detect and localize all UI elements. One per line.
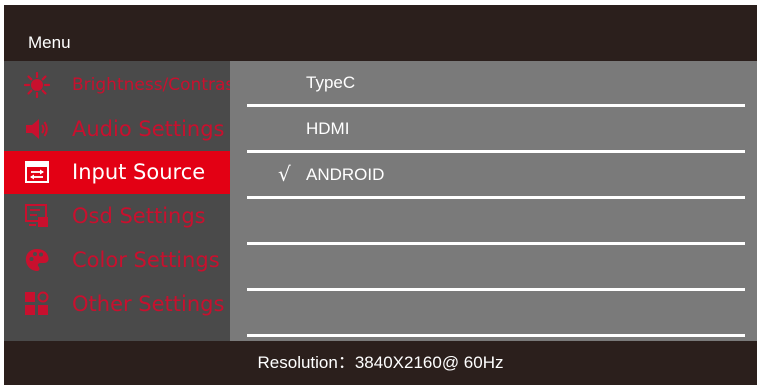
speaker-icon bbox=[26, 119, 48, 139]
sidebar-item-osd-settings[interactable]: Osd Settings bbox=[4, 195, 230, 238]
sidebar-item-label: Brightness/Contrast bbox=[72, 75, 241, 95]
sidebar-item-label: Other Settings bbox=[72, 292, 225, 316]
sun-icon bbox=[24, 72, 50, 98]
input-source-options: TypeC HDMI √ ANDROID bbox=[230, 61, 757, 341]
menu-title: Menu bbox=[28, 33, 71, 52]
sidebar-item-label: Audio Settings bbox=[72, 117, 225, 141]
option-empty bbox=[230, 245, 757, 291]
option-android[interactable]: √ ANDROID bbox=[230, 153, 757, 199]
sidebar-item-color-settings[interactable]: Color Settings bbox=[4, 239, 230, 282]
sidebar-item-input-source[interactable]: Input Source bbox=[4, 151, 230, 194]
option-empty bbox=[230, 291, 757, 337]
option-label: ANDROID bbox=[306, 165, 385, 184]
option-typec[interactable]: TypeC bbox=[230, 61, 757, 107]
sidebar-item-audio-settings[interactable]: Audio Settings bbox=[4, 108, 230, 151]
status-bar: Resolution：3840X2160@ 60Hz bbox=[4, 341, 757, 385]
sidebar-item-brightness-contrast[interactable]: Brightness/Contrast bbox=[4, 64, 241, 107]
option-empty bbox=[230, 199, 757, 245]
osd-icon bbox=[25, 204, 48, 227]
checkmark-icon: √ bbox=[278, 162, 291, 186]
resolution-status: Resolution：3840X2160@ 60Hz bbox=[257, 353, 504, 372]
osd-menu: Menu Brightness/Contrast Audio Settings bbox=[4, 5, 757, 385]
option-divider bbox=[247, 334, 745, 337]
sidebar-item-label: Color Settings bbox=[72, 248, 220, 272]
option-label: TypeC bbox=[306, 73, 356, 92]
option-hdmi[interactable]: HDMI bbox=[230, 107, 757, 153]
title-bar: Menu bbox=[4, 5, 757, 61]
sidebar: Brightness/Contrast Audio Settings Input… bbox=[4, 61, 241, 341]
input-source-icon bbox=[25, 161, 49, 183]
sidebar-item-other-settings[interactable]: Other Settings bbox=[4, 283, 230, 326]
sidebar-item-label: Osd Settings bbox=[72, 204, 206, 228]
settings-grid-icon bbox=[25, 291, 49, 315]
option-label: HDMI bbox=[306, 119, 350, 138]
sidebar-item-label: Input Source bbox=[72, 160, 206, 184]
palette-icon bbox=[25, 249, 49, 271]
